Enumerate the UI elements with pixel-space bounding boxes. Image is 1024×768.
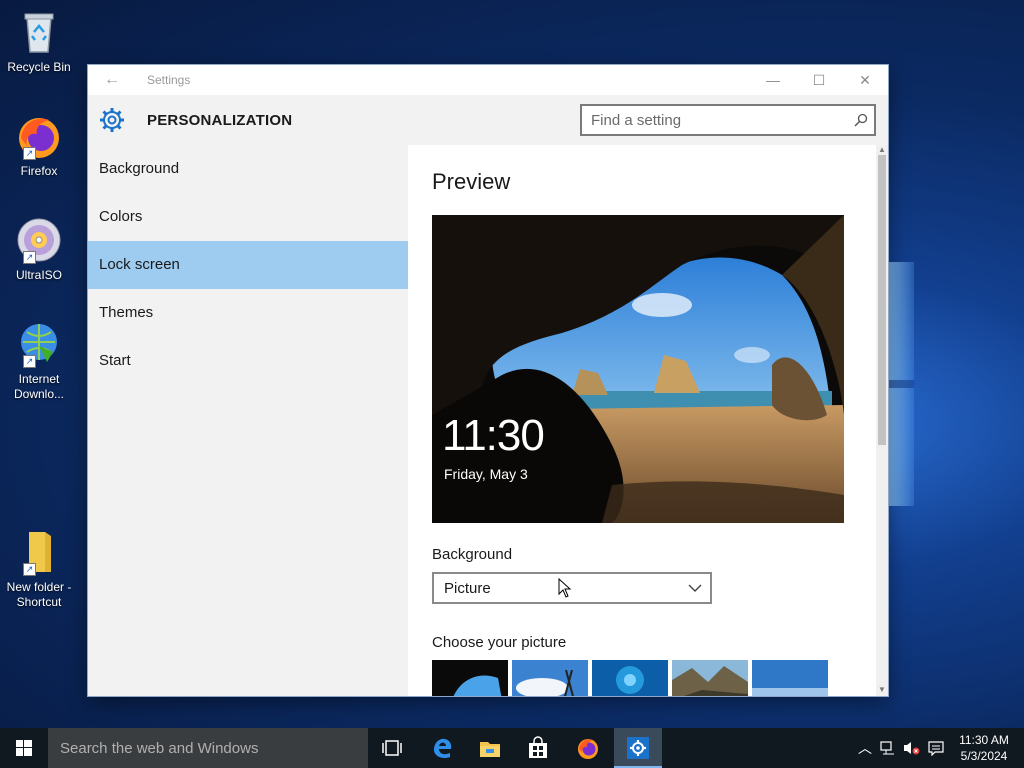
store-icon	[529, 736, 547, 758]
desktop-icon-recycle-bin[interactable]: Recycle Bin	[4, 8, 74, 75]
picture-thumbnail[interactable]	[592, 660, 668, 696]
maximize-button[interactable]: ☐	[796, 65, 842, 95]
desktop-icon-label: UltraISO	[15, 268, 62, 282]
taskbar-search-input[interactable]	[48, 728, 358, 768]
settings-search-box[interactable]	[580, 104, 876, 136]
title-bar[interactable]: ← Settings — ☐ ✕	[88, 65, 888, 95]
sidebar-item-background[interactable]: Background	[88, 145, 408, 193]
settings-header: PERSONALIZATION	[88, 95, 888, 145]
background-dropdown[interactable]: Picture	[432, 572, 712, 604]
desktop-icon-internet-download[interactable]: ↗ Internet Downlo...	[4, 320, 74, 402]
desktop-icon-ultraiso[interactable]: ↗ UltraISO	[4, 216, 74, 283]
edge-icon	[434, 738, 452, 759]
shortcut-arrow-icon: ↗	[23, 563, 36, 576]
system-tray: ︿	[850, 728, 946, 768]
volume-muted-icon[interactable]	[902, 740, 920, 756]
taskbar: ︿ 11:30 AM 5/3/2024	[0, 728, 1024, 768]
file-explorer-icon	[480, 742, 500, 757]
taskbar-settings-button[interactable]	[614, 728, 662, 768]
page-title: PERSONALIZATION	[147, 112, 293, 129]
clock-time: 11:30 AM	[959, 733, 1009, 747]
network-icon[interactable]	[880, 740, 896, 756]
preview-heading: Preview	[432, 169, 511, 194]
desktop-icon-label: New folder - Shortcut	[6, 580, 72, 609]
action-center-icon[interactable]	[928, 740, 944, 756]
desktop-icon-label: Recycle Bin	[7, 60, 71, 74]
settings-gear-icon	[627, 737, 649, 759]
settings-window: ← Settings — ☐ ✕ PERSONALIZATION Backgr	[88, 65, 888, 696]
preview-date: Friday, May 3	[444, 466, 528, 482]
disc-icon: ↗	[15, 216, 63, 264]
taskbar-store-button[interactable]	[514, 728, 562, 768]
task-view-button[interactable]	[368, 728, 416, 768]
sidebar: Background Colors Lock screen Themes Sta…	[88, 145, 408, 696]
content-pane: Preview 11:30 Friday, May 3 Background P…	[408, 145, 888, 696]
windows-logo-icon	[16, 740, 32, 756]
firefox-icon: ↗	[15, 112, 63, 160]
desktop-icon-label: Firefox	[20, 164, 58, 178]
desktop-icon-new-folder-shortcut[interactable]: ↗ New folder - Shortcut	[4, 528, 74, 610]
sidebar-item-colors[interactable]: Colors	[88, 193, 408, 241]
firefox-icon	[578, 739, 598, 759]
chevron-down-icon	[688, 584, 702, 592]
back-arrow-icon[interactable]: ←	[104, 71, 120, 89]
shortcut-arrow-icon: ↗	[23, 147, 36, 160]
taskbar-clock[interactable]: 11:30 AM 5/3/2024	[946, 732, 1022, 764]
gear-icon	[100, 108, 124, 132]
sidebar-item-themes[interactable]: Themes	[88, 289, 408, 337]
taskbar-search-box[interactable]	[48, 728, 368, 768]
shortcut-arrow-icon: ↗	[23, 355, 36, 368]
background-label: Background	[432, 546, 513, 563]
choose-picture-label: Choose your picture	[432, 634, 567, 651]
sidebar-item-lock-screen[interactable]: Lock screen	[88, 241, 408, 289]
taskbar-file-explorer-button[interactable]	[466, 728, 514, 768]
desktop-icon-firefox[interactable]: ↗ Firefox	[4, 112, 74, 179]
picture-thumbnail[interactable]	[432, 660, 508, 696]
taskbar-edge-button[interactable]	[418, 728, 466, 768]
clock-date: 5/3/2024	[960, 749, 1008, 763]
search-input[interactable]	[582, 106, 842, 134]
picture-thumbnail[interactable]	[512, 660, 588, 696]
preview-time: 11:30	[442, 411, 545, 460]
download-manager-icon: ↗	[15, 320, 63, 368]
lock-screen-preview: 11:30 Friday, May 3	[432, 215, 844, 523]
folder-icon: ↗	[15, 528, 63, 576]
minimize-button[interactable]: —	[750, 65, 796, 95]
desktop-light	[888, 380, 914, 388]
close-button[interactable]: ✕	[842, 65, 888, 95]
mouse-cursor-icon	[558, 578, 572, 598]
picture-thumbnail[interactable]	[752, 660, 828, 696]
task-view-icon	[382, 740, 402, 756]
scroll-down-icon[interactable]: ▼	[876, 685, 888, 695]
taskbar-firefox-button[interactable]	[564, 728, 612, 768]
start-button[interactable]	[0, 728, 48, 768]
sidebar-item-start[interactable]: Start	[88, 337, 408, 385]
picture-thumbnail[interactable]	[672, 660, 748, 696]
scrollbar-thumb[interactable]	[878, 155, 886, 445]
background-dropdown-value: Picture	[444, 580, 491, 597]
search-icon[interactable]	[854, 113, 868, 127]
content-scrollbar[interactable]: ▲ ▼	[876, 145, 888, 696]
shortcut-arrow-icon: ↗	[23, 251, 36, 264]
recycle-bin-icon	[15, 8, 63, 56]
scroll-up-icon[interactable]: ▲	[876, 145, 888, 155]
window-title: Settings	[147, 73, 191, 87]
desktop-icon-label: Internet Downlo...	[13, 372, 65, 401]
show-hidden-icons-chevron-icon[interactable]: ︿	[858, 738, 872, 758]
